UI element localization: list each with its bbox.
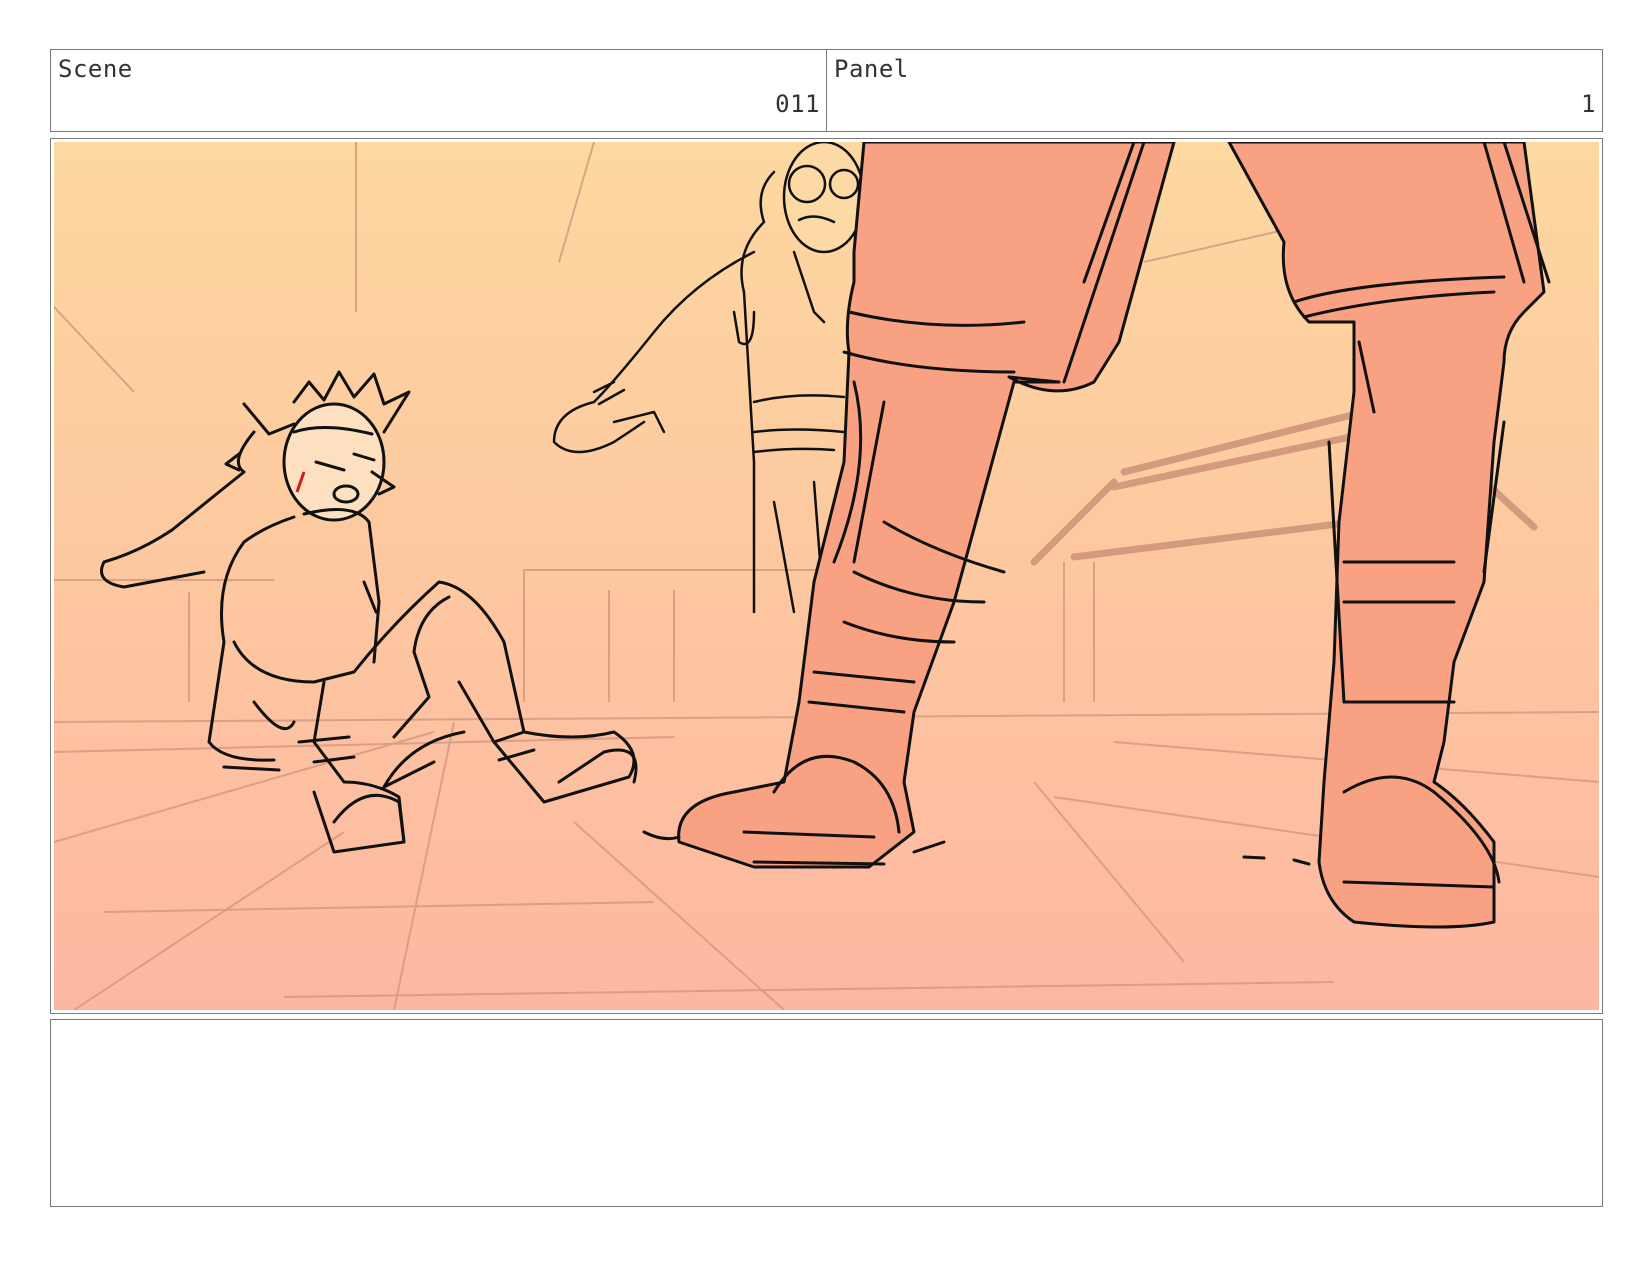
storyboard-sketch bbox=[54, 142, 1599, 1010]
storyboard-frame bbox=[50, 138, 1603, 1014]
scene-cell: Scene 011 bbox=[51, 50, 826, 131]
scene-label: Scene bbox=[58, 55, 133, 83]
panel-cell: Panel 1 bbox=[826, 50, 1602, 131]
panel-number: 1 bbox=[1581, 90, 1596, 118]
panel-label: Panel bbox=[834, 55, 909, 83]
panel-notes-box bbox=[50, 1019, 1603, 1207]
scene-number: 011 bbox=[775, 90, 820, 118]
storyboard-header: Scene 011 Panel 1 bbox=[50, 49, 1603, 132]
